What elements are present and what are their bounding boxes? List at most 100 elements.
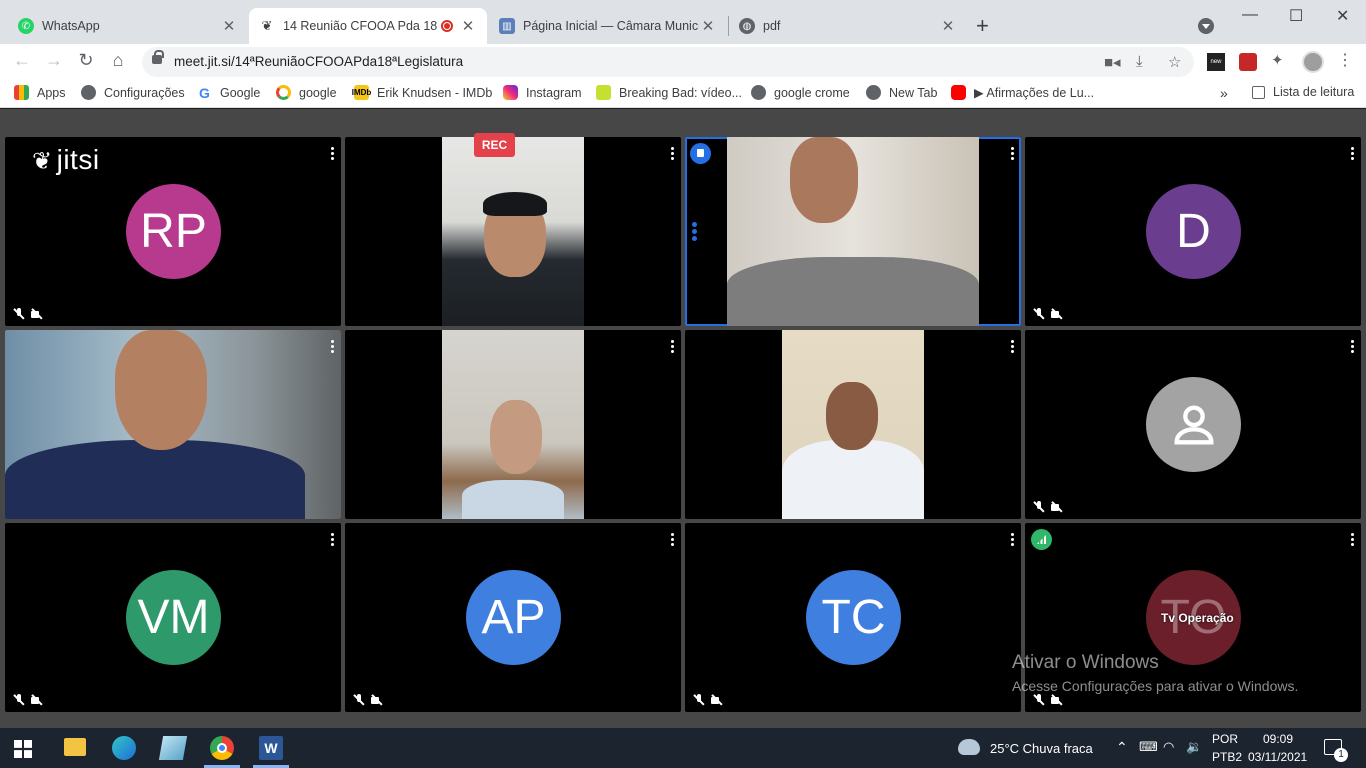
windows-start-icon[interactable]	[14, 740, 32, 758]
bookmark-google[interactable]: G Google	[197, 85, 260, 101]
avatar-initials: TC	[821, 591, 886, 644]
bookmark-youtube[interactable]: ▶ Afirmações de Lu...	[951, 85, 1094, 100]
participant-tile[interactable]: AP	[345, 523, 681, 712]
profile-avatar[interactable]	[1302, 51, 1324, 73]
tab-camara-municipal[interactable]: ▥ Página Inicial — Câmara Municip ✕	[489, 8, 727, 44]
building-icon: ▥	[499, 18, 515, 34]
participant-video	[782, 330, 924, 519]
bookmarks-overflow-button[interactable]: »	[1220, 85, 1228, 101]
edge-browser-icon[interactable]	[112, 736, 136, 760]
participant-tile[interactable]	[345, 137, 681, 326]
tile-menu-icon[interactable]	[1011, 147, 1015, 161]
tile-menu-icon[interactable]	[1011, 340, 1015, 354]
tile-menu-icon[interactable]	[1351, 340, 1355, 354]
participant-tile[interactable]: VM	[5, 523, 341, 712]
bookmark-breaking-bad[interactable]: Breaking Bad: vídeo...	[596, 85, 742, 100]
home-button[interactable]: ⌂	[107, 50, 129, 71]
recording-dot-icon	[441, 20, 453, 32]
reading-list-button[interactable]: Lista de leitura	[1252, 85, 1354, 99]
word-app-icon[interactable]: W	[259, 736, 283, 760]
tile-menu-icon[interactable]	[331, 340, 335, 354]
address-bar[interactable]: meet.jit.si/14ªReuniãoCFOOAPda18ªLegisla…	[142, 47, 1194, 77]
new-tab-button[interactable]: +	[976, 13, 989, 39]
install-app-icon[interactable]: ⤓	[1136, 53, 1143, 70]
keyboard-icon[interactable]: ⌨	[1139, 739, 1158, 755]
close-window-button[interactable]: ✕	[1336, 6, 1349, 26]
volume-icon[interactable]: 🔉	[1186, 739, 1202, 755]
browser-menu-icon[interactable]: ⋮	[1337, 50, 1355, 69]
language-primary[interactable]: POR	[1212, 732, 1238, 746]
tile-menu-icon[interactable]	[1351, 533, 1355, 547]
weather-cloud-icon[interactable]	[958, 739, 980, 755]
close-tab-icon[interactable]: ✕	[220, 17, 238, 35]
avatar-initials: AP	[481, 591, 546, 644]
file-explorer-icon[interactable]	[64, 738, 86, 756]
mic-muted-icon	[13, 694, 25, 706]
participant-tile[interactable]	[685, 330, 1021, 519]
tab-pdf[interactable]: ◍ pdf ✕	[729, 8, 967, 44]
tab-jitsi-meeting[interactable]: ❦ 14 Reunião CFOOA Pda 18 L ✕	[249, 8, 487, 44]
reading-list-label: Lista de leitura	[1273, 85, 1355, 99]
close-tab-icon[interactable]: ✕	[459, 17, 477, 35]
bookmark-imdb[interactable]: IMDb Erik Knudsen - IMDb	[352, 85, 492, 100]
tab-strip: ✆ WhatsApp ✕ ❦ 14 Reunião CFOOA Pda 18 L…	[0, 0, 1366, 44]
tile-menu-icon[interactable]	[1351, 147, 1355, 161]
person-head	[826, 382, 878, 450]
person-head	[115, 330, 207, 450]
google-circle-icon	[276, 85, 291, 100]
bookmark-star-icon[interactable]: ☆	[1168, 53, 1181, 71]
globe-icon: ◍	[739, 18, 755, 34]
tab-search-icon[interactable]	[1198, 18, 1214, 34]
adblock-extension-icon[interactable]	[1239, 53, 1257, 71]
clock-time[interactable]: 09:09	[1263, 732, 1293, 746]
bookmark-configuracoes[interactable]: Configurações	[81, 85, 185, 100]
camera-in-use-icon[interactable]: ■◂	[1104, 53, 1121, 71]
bookmark-apps[interactable]: Apps	[14, 85, 66, 100]
bookmark-new-tab[interactable]: New Tab	[866, 85, 937, 100]
bookmark-google-crome[interactable]: google crome	[751, 85, 850, 100]
show-hidden-icons-icon[interactable]: ⌃	[1116, 739, 1128, 756]
status-indicators	[13, 308, 43, 320]
watermark-subtitle: Acesse Configurações para ativar o Windo…	[1012, 678, 1299, 694]
bookmark-google-2[interactable]: google	[276, 85, 337, 100]
participant-tile-dominant-speaker[interactable]	[685, 137, 1021, 326]
news-extension-icon[interactable]: new	[1207, 53, 1225, 71]
close-tab-icon[interactable]: ✕	[939, 17, 957, 35]
tile-menu-icon[interactable]	[331, 147, 335, 161]
tile-menu-icon[interactable]	[671, 147, 675, 161]
close-tab-icon[interactable]: ✕	[699, 17, 717, 35]
notes-app-icon[interactable]	[158, 736, 188, 760]
wifi-icon[interactable]: ◠	[1163, 739, 1174, 755]
url-text[interactable]: meet.jit.si/14ªReuniãoCFOOAPda18ªLegisla…	[174, 54, 463, 69]
participant-video	[442, 137, 584, 326]
remote-control-menu-icon[interactable]	[692, 222, 697, 242]
participant-tile[interactable]	[5, 330, 341, 519]
globe-icon	[751, 85, 766, 100]
clock-date[interactable]: 03/11/2021	[1248, 750, 1307, 764]
connection-indicator-icon[interactable]	[1031, 529, 1052, 550]
language-secondary[interactable]: PTB2	[1212, 750, 1242, 764]
tile-menu-icon[interactable]	[1011, 533, 1015, 547]
participant-tile[interactable]: TC	[685, 523, 1021, 712]
tile-menu-icon[interactable]	[671, 340, 675, 354]
back-button[interactable]: ←	[11, 50, 33, 71]
forward-button[interactable]: →	[43, 50, 65, 71]
reload-button[interactable]: ↻	[75, 50, 97, 71]
participant-tile[interactable]: D	[1025, 137, 1361, 326]
bookmark-instagram[interactable]: Instagram	[503, 85, 582, 100]
tab-whatsapp[interactable]: ✆ WhatsApp ✕	[8, 8, 248, 44]
avatar-initials: D	[1176, 205, 1211, 258]
person-suit	[727, 257, 979, 326]
weather-text[interactable]: 25°C Chuva fraca	[990, 741, 1093, 756]
lock-icon[interactable]	[152, 50, 164, 64]
chrome-browser-icon[interactable]	[210, 736, 234, 760]
minimize-button[interactable]: —	[1242, 6, 1258, 24]
participant-tile[interactable]	[1025, 330, 1361, 519]
tile-menu-icon[interactable]	[331, 533, 335, 547]
windows-taskbar: W 25°C Chuva fraca ⌃ ⌨ ◠ 🔉 POR PTB2 09:0…	[0, 728, 1366, 768]
maximize-button[interactable]: ☐	[1289, 6, 1303, 26]
tile-menu-icon[interactable]	[671, 533, 675, 547]
status-indicators	[13, 694, 43, 706]
participant-tile[interactable]	[345, 330, 681, 519]
extensions-puzzle-icon[interactable]: ✦	[1271, 51, 1289, 69]
